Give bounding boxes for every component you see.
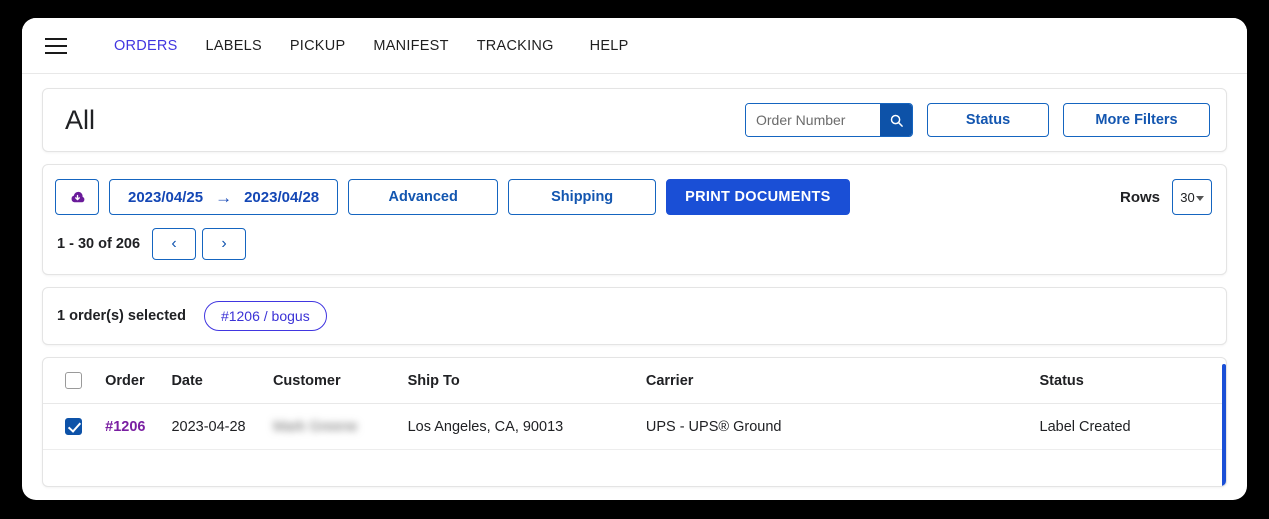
nav-item-manifest[interactable]: MANIFEST [359, 32, 462, 60]
toolbar-row-primary: 2023/04/25 → 2023/04/28 Advanced Shippin… [55, 179, 1212, 215]
row-select-cell [43, 403, 106, 450]
hamburger-menu-icon[interactable] [40, 30, 72, 62]
cell-date: 2023-04-28 [171, 403, 273, 450]
status-filter-button[interactable]: Status [927, 103, 1049, 137]
cell-carrier: UPS - UPS® Ground [645, 403, 1040, 450]
orders-table: Order Date Customer Ship To Carrier Stat… [43, 358, 1226, 450]
selected-count-label: 1 order(s) selected [57, 308, 186, 324]
toolbar-card: 2023/04/25 → 2023/04/28 Advanced Shippin… [42, 164, 1227, 275]
chevron-down-icon [1195, 195, 1204, 201]
date-to: 2023/04/28 [244, 188, 320, 206]
top-navigation-bar: ORDERS LABELS PICKUP MANIFEST TRACKING H… [22, 18, 1247, 74]
cloud-download-icon [71, 191, 84, 202]
customer-name-redacted: Mark Greene [272, 418, 358, 435]
rows-per-page-group: Rows 30 [1120, 179, 1212, 215]
advanced-button[interactable]: Advanced [348, 179, 499, 215]
date-range-arrow-icon: → [215, 187, 233, 207]
nav-links: ORDERS LABELS PICKUP MANIFEST TRACKING H… [100, 32, 643, 60]
column-header-customer[interactable]: Customer [272, 358, 408, 404]
nav-item-orders[interactable]: ORDERS [100, 32, 192, 60]
cell-ship-to: Los Angeles, CA, 90013 [407, 403, 646, 450]
select-all-header [43, 358, 106, 404]
table-vertical-scrollbar[interactable] [1222, 364, 1226, 486]
pagination-summary: 1 - 30 of 206 [57, 236, 141, 252]
order-search [745, 103, 913, 137]
export-download-button[interactable] [55, 179, 99, 215]
search-icon [890, 114, 903, 127]
date-from: 2023/04/25 [128, 188, 204, 206]
table-row[interactable]: #1206 2023-04-28 Mark Greene Los Angeles… [43, 403, 1226, 450]
selection-summary-card: 1 order(s) selected #1206 / bogus [42, 287, 1227, 345]
column-header-ship-to[interactable]: Ship To [407, 358, 646, 404]
column-header-date[interactable]: Date [171, 358, 273, 404]
nav-item-tracking[interactable]: TRACKING [463, 32, 568, 60]
nav-item-labels[interactable]: LABELS [192, 32, 276, 60]
nav-item-pickup[interactable]: PICKUP [276, 32, 360, 60]
order-link[interactable]: #1206 [105, 419, 145, 435]
nav-item-help[interactable]: HELP [576, 32, 643, 60]
page-title: All [65, 104, 96, 135]
column-header-order[interactable]: Order [105, 358, 172, 404]
page-header-card: All Status More Filters [42, 88, 1227, 152]
select-all-checkbox[interactable] [65, 372, 82, 389]
selected-order-chip[interactable]: #1206 / bogus [203, 301, 327, 331]
cell-customer: Mark Greene [272, 403, 408, 450]
search-button[interactable] [880, 104, 912, 136]
more-filters-button[interactable]: More Filters [1063, 103, 1210, 137]
pagination-controls: ‹ › [152, 228, 247, 260]
main-content: All Status More Filters [22, 74, 1247, 487]
column-header-status[interactable]: Status [1039, 358, 1226, 404]
print-documents-button[interactable]: PRINT DOCUMENTS [666, 179, 850, 215]
search-input[interactable] [746, 104, 880, 136]
orders-table-head: Order Date Customer Ship To Carrier Stat… [43, 358, 1226, 404]
rows-value: 30 [1180, 189, 1195, 205]
cell-order: #1206 [105, 403, 172, 450]
toolbar-row-pagination: 1 - 30 of 206 ‹ › [55, 228, 1212, 260]
rows-label: Rows [1119, 188, 1160, 206]
orders-table-card: Order Date Customer Ship To Carrier Stat… [42, 357, 1227, 487]
shipping-button[interactable]: Shipping [508, 179, 657, 215]
column-header-carrier[interactable]: Carrier [645, 358, 1040, 404]
next-page-button[interactable]: › [202, 228, 247, 260]
rows-per-page-select[interactable]: 30 [1172, 179, 1212, 215]
orders-table-body: #1206 2023-04-28 Mark Greene Los Angeles… [43, 403, 1226, 450]
row-checkbox[interactable] [65, 418, 82, 435]
date-range-picker[interactable]: 2023/04/25 → 2023/04/28 [109, 179, 339, 215]
app-window: ORDERS LABELS PICKUP MANIFEST TRACKING H… [22, 18, 1247, 500]
previous-page-button[interactable]: ‹ [152, 228, 197, 260]
cell-status: Label Created [1039, 403, 1226, 450]
table-header-row: Order Date Customer Ship To Carrier Stat… [43, 358, 1226, 404]
